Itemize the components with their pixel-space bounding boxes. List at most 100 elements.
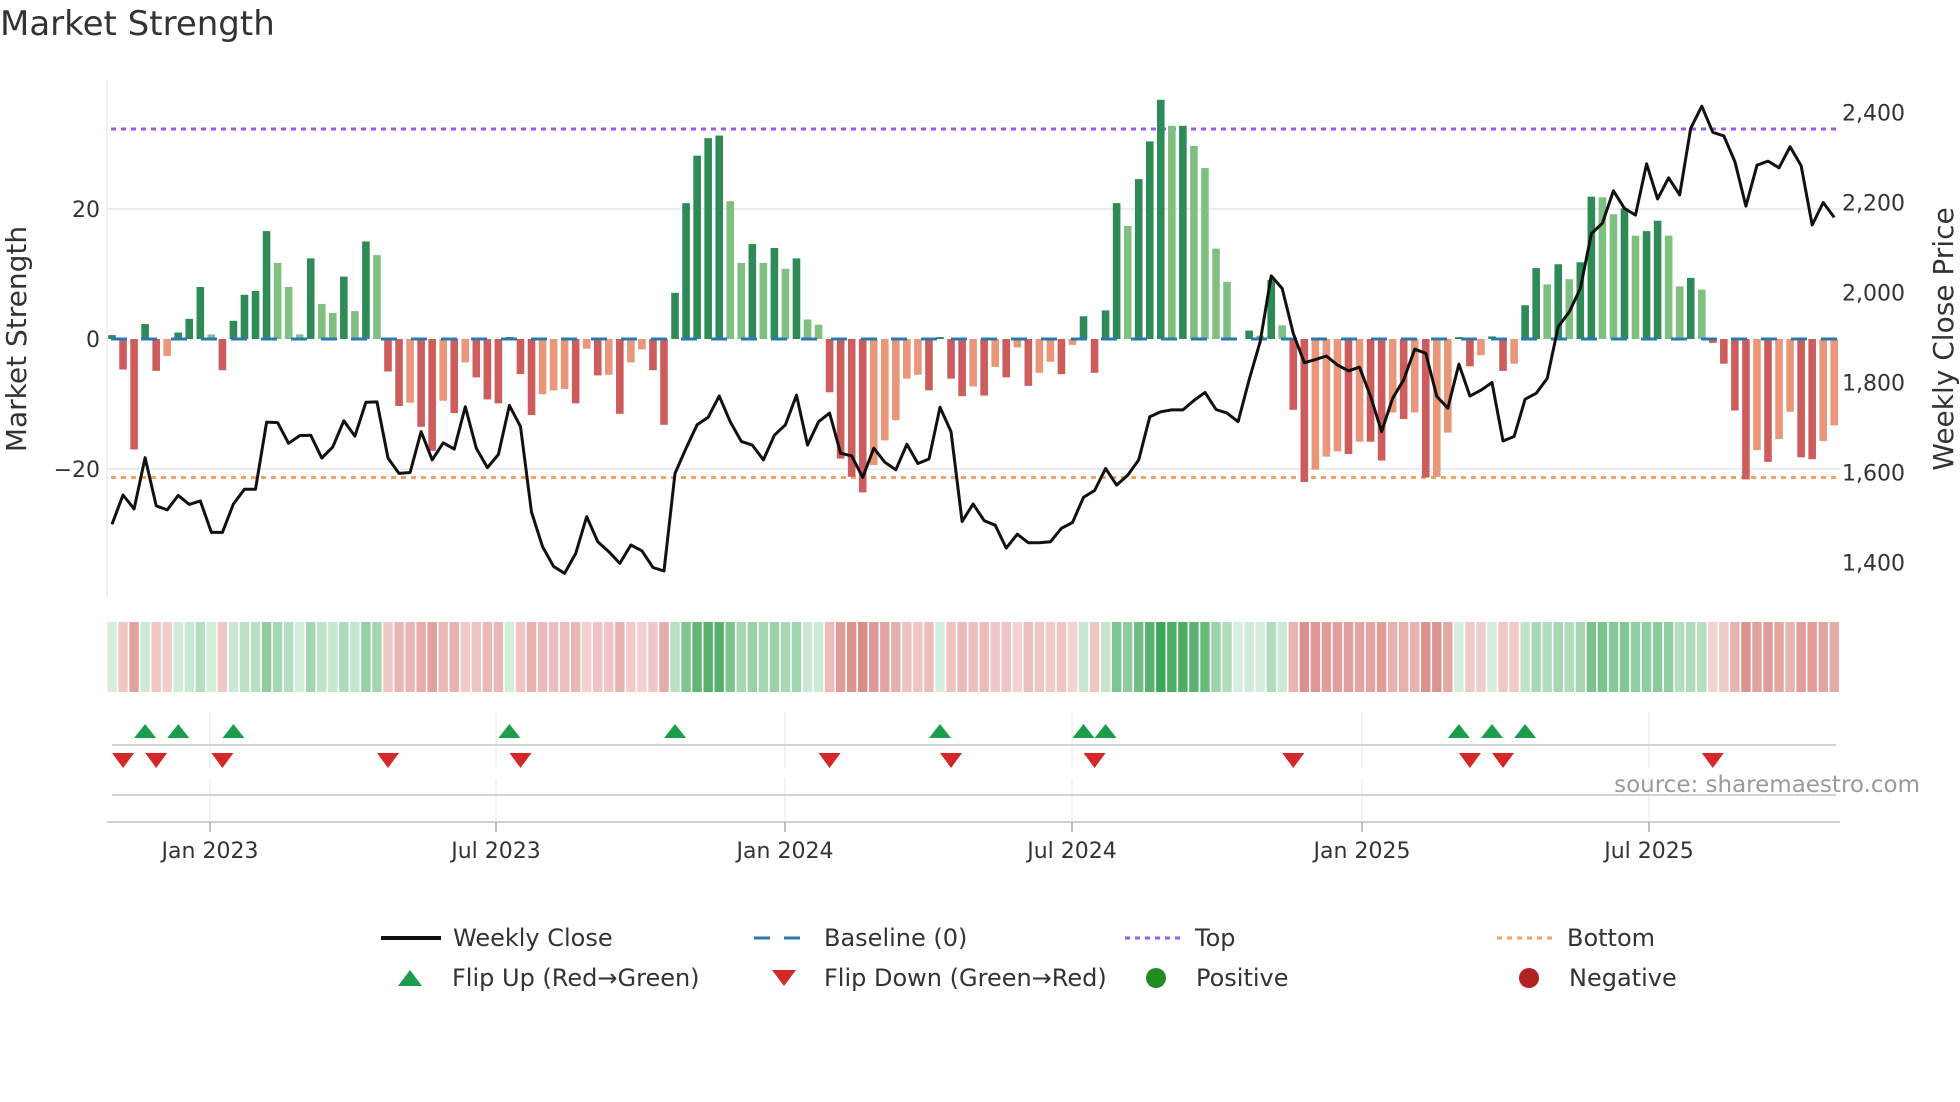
strength-bar bbox=[792, 258, 801, 339]
strength-bar bbox=[1035, 339, 1044, 373]
strength-heat-cell bbox=[1332, 622, 1343, 692]
x-tick-label: Jul 2025 bbox=[1602, 839, 1694, 864]
strength-bar bbox=[1642, 231, 1651, 339]
strength-heat-cell bbox=[449, 622, 459, 692]
strength-bar bbox=[925, 339, 933, 391]
flip-up-marker bbox=[1481, 724, 1503, 738]
strength-bar bbox=[1819, 339, 1827, 442]
market-strength-chart: 20 0 −20 2,400 2,200 2,000 1,800 1,600 1,400 Mark… bbox=[0, 81, 1960, 864]
strength-heat-cell bbox=[747, 622, 758, 692]
strength-heat-cell bbox=[1067, 622, 1078, 692]
strength-bar bbox=[317, 303, 326, 339]
flip-down-marker bbox=[1458, 753, 1481, 768]
strength-bar bbox=[196, 287, 205, 339]
strength-heat-cell bbox=[1078, 622, 1089, 692]
strength-heat-cell bbox=[813, 622, 824, 692]
strength-bar bbox=[803, 319, 812, 339]
flip-up-marker bbox=[134, 724, 157, 738]
strength-bar bbox=[340, 276, 348, 339]
strength-heat-cell bbox=[1454, 622, 1464, 692]
strength-heat-cell bbox=[1244, 622, 1254, 692]
strength-heat-cell bbox=[681, 622, 691, 692]
strength-heat-cell bbox=[107, 622, 117, 692]
strength-heat-cell bbox=[1111, 622, 1122, 692]
legend-label: Baseline (0) bbox=[824, 924, 968, 952]
strength-heat-cell bbox=[692, 622, 702, 692]
flip-up-marker bbox=[1447, 724, 1470, 738]
strength-heat-cell bbox=[791, 622, 802, 692]
strength-heat-cell bbox=[1376, 622, 1387, 692]
strength-heat-cell bbox=[824, 622, 835, 692]
strength-heat-cell bbox=[637, 622, 647, 692]
strength-heat-cell bbox=[1697, 622, 1707, 692]
strength-bar bbox=[373, 255, 381, 339]
strength-bar bbox=[240, 294, 249, 339]
strength-bar bbox=[759, 262, 768, 339]
strength-bar bbox=[362, 241, 370, 339]
strength-heat-cell bbox=[1023, 622, 1034, 692]
legend-weekly-close: Weekly Close bbox=[381, 924, 613, 952]
strength-heat-cell bbox=[1354, 622, 1365, 692]
strength-heat-cell bbox=[1564, 622, 1574, 692]
y2-tick-label: 2,400 bbox=[1842, 102, 1905, 127]
strength-bar bbox=[1223, 281, 1231, 339]
strength-bar bbox=[527, 339, 536, 416]
flip-up-marker bbox=[222, 724, 245, 738]
strength-heat-cell bbox=[559, 622, 570, 692]
flip-down-marker bbox=[1492, 753, 1515, 768]
strength-bar bbox=[395, 339, 403, 406]
strength-bar bbox=[1145, 141, 1154, 339]
strength-heat-cell bbox=[968, 622, 978, 692]
strength-heat-cell bbox=[261, 622, 272, 692]
strength-bar bbox=[825, 339, 834, 393]
strength-bar bbox=[1101, 310, 1110, 339]
strength-heat-cell bbox=[1343, 622, 1354, 692]
line-swatch-icon bbox=[381, 936, 441, 940]
flip-down-marker bbox=[145, 753, 168, 768]
strength-bar bbox=[1433, 339, 1441, 477]
strength-heat-cell bbox=[780, 622, 791, 692]
strength-heat-cell bbox=[548, 622, 559, 692]
strength-heat-cell bbox=[283, 622, 294, 692]
strength-heat-cell bbox=[1310, 622, 1321, 692]
strength-heat-cell bbox=[1443, 622, 1453, 692]
strength-heat-cell bbox=[1586, 622, 1597, 692]
strength-bar bbox=[351, 311, 359, 339]
strength-heat-cell bbox=[979, 622, 989, 692]
strength-heat-cell bbox=[1674, 622, 1685, 692]
strength-heat-cell bbox=[1233, 622, 1243, 692]
strength-bar bbox=[1002, 339, 1011, 378]
strength-heat-cell bbox=[891, 622, 901, 692]
strength-bar bbox=[306, 258, 315, 339]
strength-heat-cell bbox=[1365, 622, 1376, 692]
y2-tick-label: 2,000 bbox=[1842, 282, 1905, 307]
strength-heat-cell bbox=[924, 622, 934, 692]
strength-bar bbox=[1024, 339, 1033, 386]
strength-heat-cell bbox=[1299, 622, 1310, 692]
x-tick-label: Jan 2025 bbox=[1312, 839, 1411, 864]
strength-heat-cell bbox=[957, 622, 967, 692]
strength-heat-cell bbox=[1012, 622, 1022, 692]
strength-heat-cell bbox=[1134, 622, 1144, 692]
strength-bar bbox=[1499, 339, 1507, 371]
strength-bar bbox=[439, 339, 447, 401]
strength-bar bbox=[119, 339, 127, 370]
strength-heat-cell bbox=[1708, 622, 1718, 692]
strength-bar bbox=[1620, 208, 1629, 339]
strength-heat-cell bbox=[1288, 622, 1298, 692]
flip-down-marker bbox=[940, 753, 963, 768]
strength-bar bbox=[1587, 196, 1596, 339]
source-credit: source: sharemaestro.com bbox=[1614, 772, 1920, 798]
strength-heat-cell bbox=[1001, 622, 1011, 692]
strength-bar bbox=[494, 339, 503, 404]
strength-heat-cell bbox=[1818, 622, 1828, 692]
strength-heat-cell bbox=[250, 622, 261, 692]
strength-bar bbox=[616, 339, 624, 414]
strength-heat-cell bbox=[1520, 622, 1530, 692]
strength-heat-cell bbox=[570, 622, 581, 692]
strength-bar bbox=[262, 231, 271, 339]
strength-bar bbox=[892, 339, 900, 421]
strength-heat-cell bbox=[1277, 622, 1287, 692]
strength-bar bbox=[538, 339, 547, 395]
strength-heat-cell bbox=[1178, 622, 1188, 692]
